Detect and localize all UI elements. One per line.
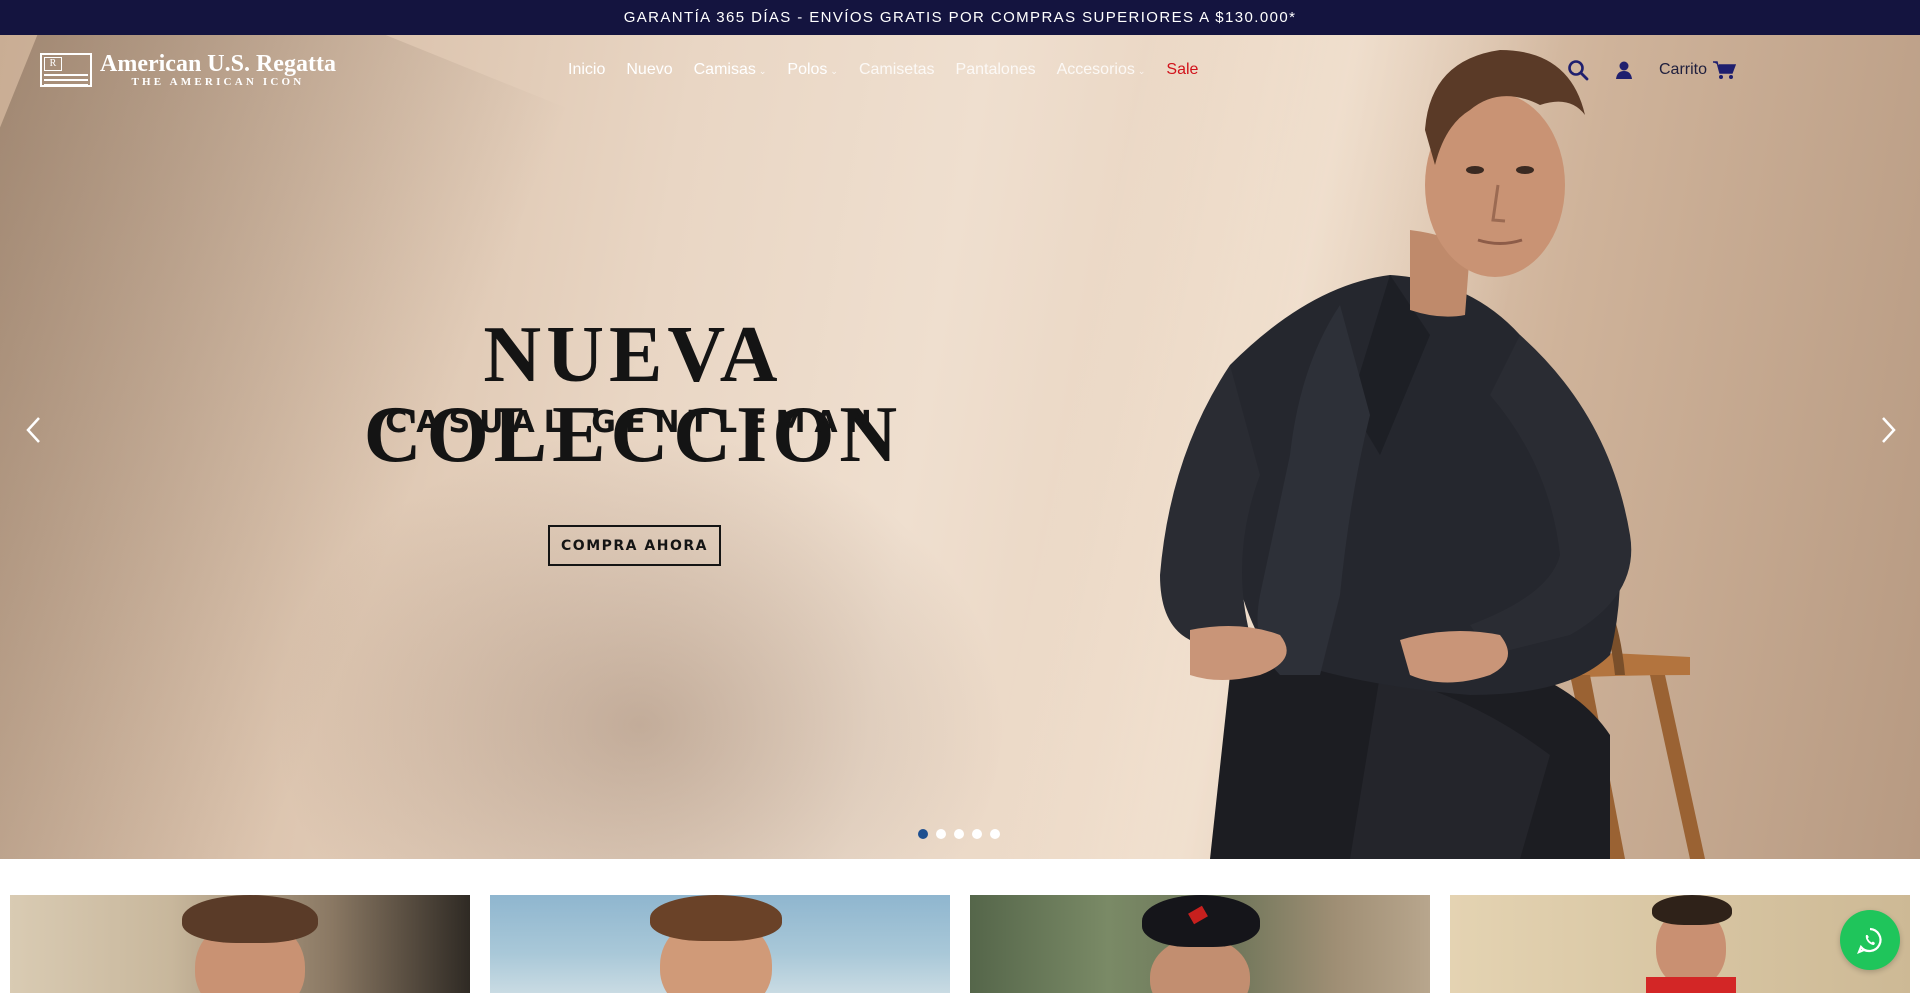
brand-logo[interactable]: R American U.S. Regatta THE AMERICAN ICO… (40, 52, 336, 88)
hero-banner: NUEVA COLECCION CASUAL GENTLEMAN COMPRA … (0, 35, 1920, 859)
flag-letter: R (44, 57, 62, 71)
category-tiles (0, 895, 1920, 993)
chevron-down-icon: ⌄ (1137, 65, 1146, 76)
nav-item-polos[interactable]: Polos ⌄ (787, 61, 838, 79)
nav-item-inicio[interactable]: Inicio (568, 61, 605, 79)
category-tile-1[interactable] (10, 895, 470, 993)
slider-prev-button[interactable] (18, 408, 48, 452)
shop-now-button[interactable]: COMPRA AHORA (548, 525, 721, 566)
nav-item-camisas[interactable]: Camisas ⌄ (694, 61, 767, 79)
flag-icon: R (40, 53, 92, 87)
cart-button[interactable]: Carrito (1659, 59, 1737, 81)
nav-item-nuevo[interactable]: Nuevo (626, 61, 672, 79)
hero-subtitle: CASUAL GENTLEMAN (385, 405, 881, 440)
announcement-text: GARANTÍA 365 DÍAS - ENVÍOS GRATIS POR CO… (623, 9, 1297, 26)
cart-icon (1713, 61, 1737, 79)
slider-dots (918, 829, 1000, 839)
nav-item-label: Polos (787, 61, 828, 78)
account-button[interactable] (1613, 59, 1635, 81)
search-button[interactable] (1567, 59, 1589, 81)
chevron-left-icon (26, 417, 40, 443)
nav-item-label: Sale (1166, 61, 1199, 78)
nav-item-pantalones[interactable]: Pantalones (956, 61, 1036, 79)
user-icon (1616, 61, 1632, 79)
category-tile-3[interactable] (970, 895, 1430, 993)
nav-item-label: Nuevo (626, 61, 673, 78)
slider-dot-5[interactable] (990, 829, 1000, 839)
slider-dot-2[interactable] (936, 829, 946, 839)
nav-item-accesorios[interactable]: Accesorios ⌄ (1057, 61, 1146, 79)
main-menu: Inicio Nuevo Camisas ⌄ Polos ⌄ Camisetas P… (568, 35, 1219, 105)
chevron-down-icon: ⌄ (758, 65, 767, 76)
search-icon (1568, 60, 1589, 81)
cart-label: Carrito (1659, 61, 1708, 78)
slider-dot-1[interactable] (918, 829, 928, 839)
nav-item-label: Pantalones (955, 61, 1036, 78)
chevron-right-icon (1882, 417, 1896, 443)
nav-item-sale[interactable]: Sale (1166, 61, 1198, 79)
brand-name: American U.S. Regatta (100, 51, 336, 77)
chevron-down-icon: ⌄ (830, 65, 838, 76)
nav-item-camisetas[interactable]: Camisetas (859, 61, 935, 79)
whatsapp-button[interactable] (1840, 910, 1900, 970)
brand-tagline: THE AMERICAN ICON (131, 76, 305, 88)
nav-item-label: Camisetas (858, 61, 935, 78)
hero-model-image (1160, 50, 1705, 859)
main-header: R American U.S. Regatta THE AMERICAN ICO… (0, 35, 1920, 105)
slider-next-button[interactable] (1874, 408, 1904, 452)
announcement-bar: GARANTÍA 365 DÍAS - ENVÍOS GRATIS POR CO… (0, 0, 1920, 35)
slider-dot-3[interactable] (954, 829, 964, 839)
hero-title: NUEVA COLECCION (363, 311, 903, 479)
whatsapp-icon (1857, 927, 1882, 954)
category-tile-2[interactable] (490, 895, 950, 993)
nav-item-label: Inicio (568, 61, 606, 78)
slider-dot-4[interactable] (972, 829, 982, 839)
nav-item-label: Camisas (693, 61, 756, 78)
nav-item-label: Accesorios (1056, 61, 1135, 78)
